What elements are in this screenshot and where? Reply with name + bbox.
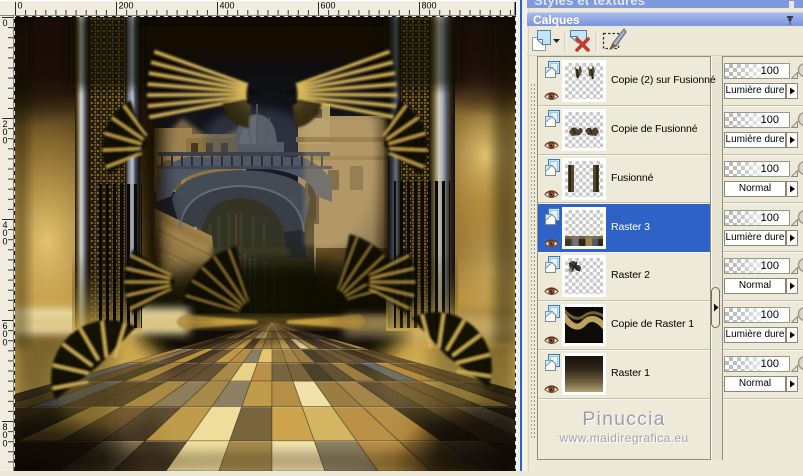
svg-text:0: 0: [3, 438, 8, 448]
svg-text:0: 0: [3, 337, 8, 347]
svg-text:0: 0: [3, 18, 8, 28]
svg-text:0: 0: [18, 1, 23, 11]
svg-text:400: 400: [220, 1, 235, 11]
svg-text:200: 200: [119, 1, 134, 11]
svg-text:0: 0: [3, 236, 8, 246]
svg-text:0: 0: [3, 135, 8, 145]
svg-text:800: 800: [422, 1, 437, 11]
svg-text:600: 600: [321, 1, 336, 11]
